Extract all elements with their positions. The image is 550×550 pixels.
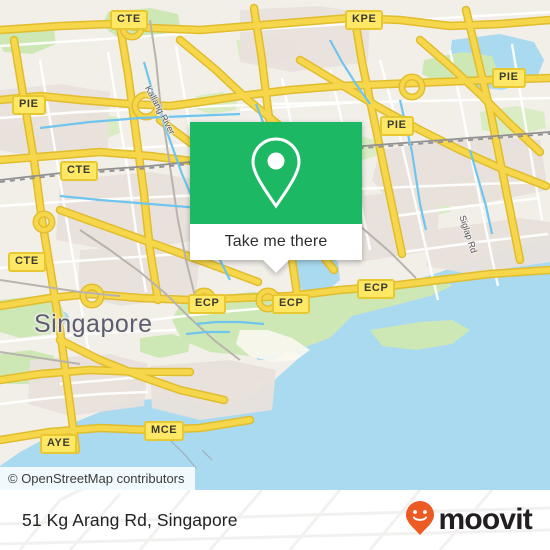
location-pin-icon bbox=[246, 134, 306, 212]
moovit-map-screenshot: Singapore Kallang River Siglap Rd CTE KP… bbox=[0, 0, 550, 550]
bottom-info-bar: 51 Kg Arang Rd, Singapore moovit bbox=[0, 490, 550, 550]
road-shield-pie: PIE bbox=[12, 95, 46, 115]
callout-tail-pointer bbox=[263, 260, 289, 273]
road-shield-pie: PIE bbox=[492, 68, 526, 88]
address-label: 51 Kg Arang Rd, Singapore bbox=[22, 509, 238, 530]
take-me-there-button[interactable]: Take me there bbox=[190, 224, 362, 260]
road-shield-cte: CTE bbox=[8, 252, 46, 272]
location-callout-card[interactable]: Take me there bbox=[190, 122, 362, 273]
moovit-wordmark: moovit bbox=[438, 503, 532, 536]
take-me-there-label: Take me there bbox=[224, 233, 328, 250]
callout-image-area bbox=[190, 122, 362, 224]
map-place-label-singapore: Singapore bbox=[34, 310, 153, 338]
road-shield-cte: CTE bbox=[60, 161, 98, 181]
road-shield-pie: PIE bbox=[380, 116, 414, 136]
road-shield-cte: CTE bbox=[110, 10, 148, 30]
moovit-smiley-pin-icon bbox=[405, 500, 435, 541]
moovit-brand[interactable]: moovit bbox=[405, 500, 533, 541]
road-shield-ecp: ECP bbox=[357, 279, 396, 299]
road-shield-aye: AYE bbox=[40, 434, 78, 454]
road-shield-kpe: KPE bbox=[345, 10, 384, 30]
road-shield-mce: MCE bbox=[144, 421, 185, 441]
map-canvas[interactable]: Singapore Kallang River Siglap Rd CTE KP… bbox=[0, 0, 550, 490]
road-shield-ecp: ECP bbox=[188, 294, 227, 314]
osm-attribution[interactable]: © OpenStreetMap contributors bbox=[0, 467, 195, 490]
road-shield-ecp: ECP bbox=[272, 294, 311, 314]
